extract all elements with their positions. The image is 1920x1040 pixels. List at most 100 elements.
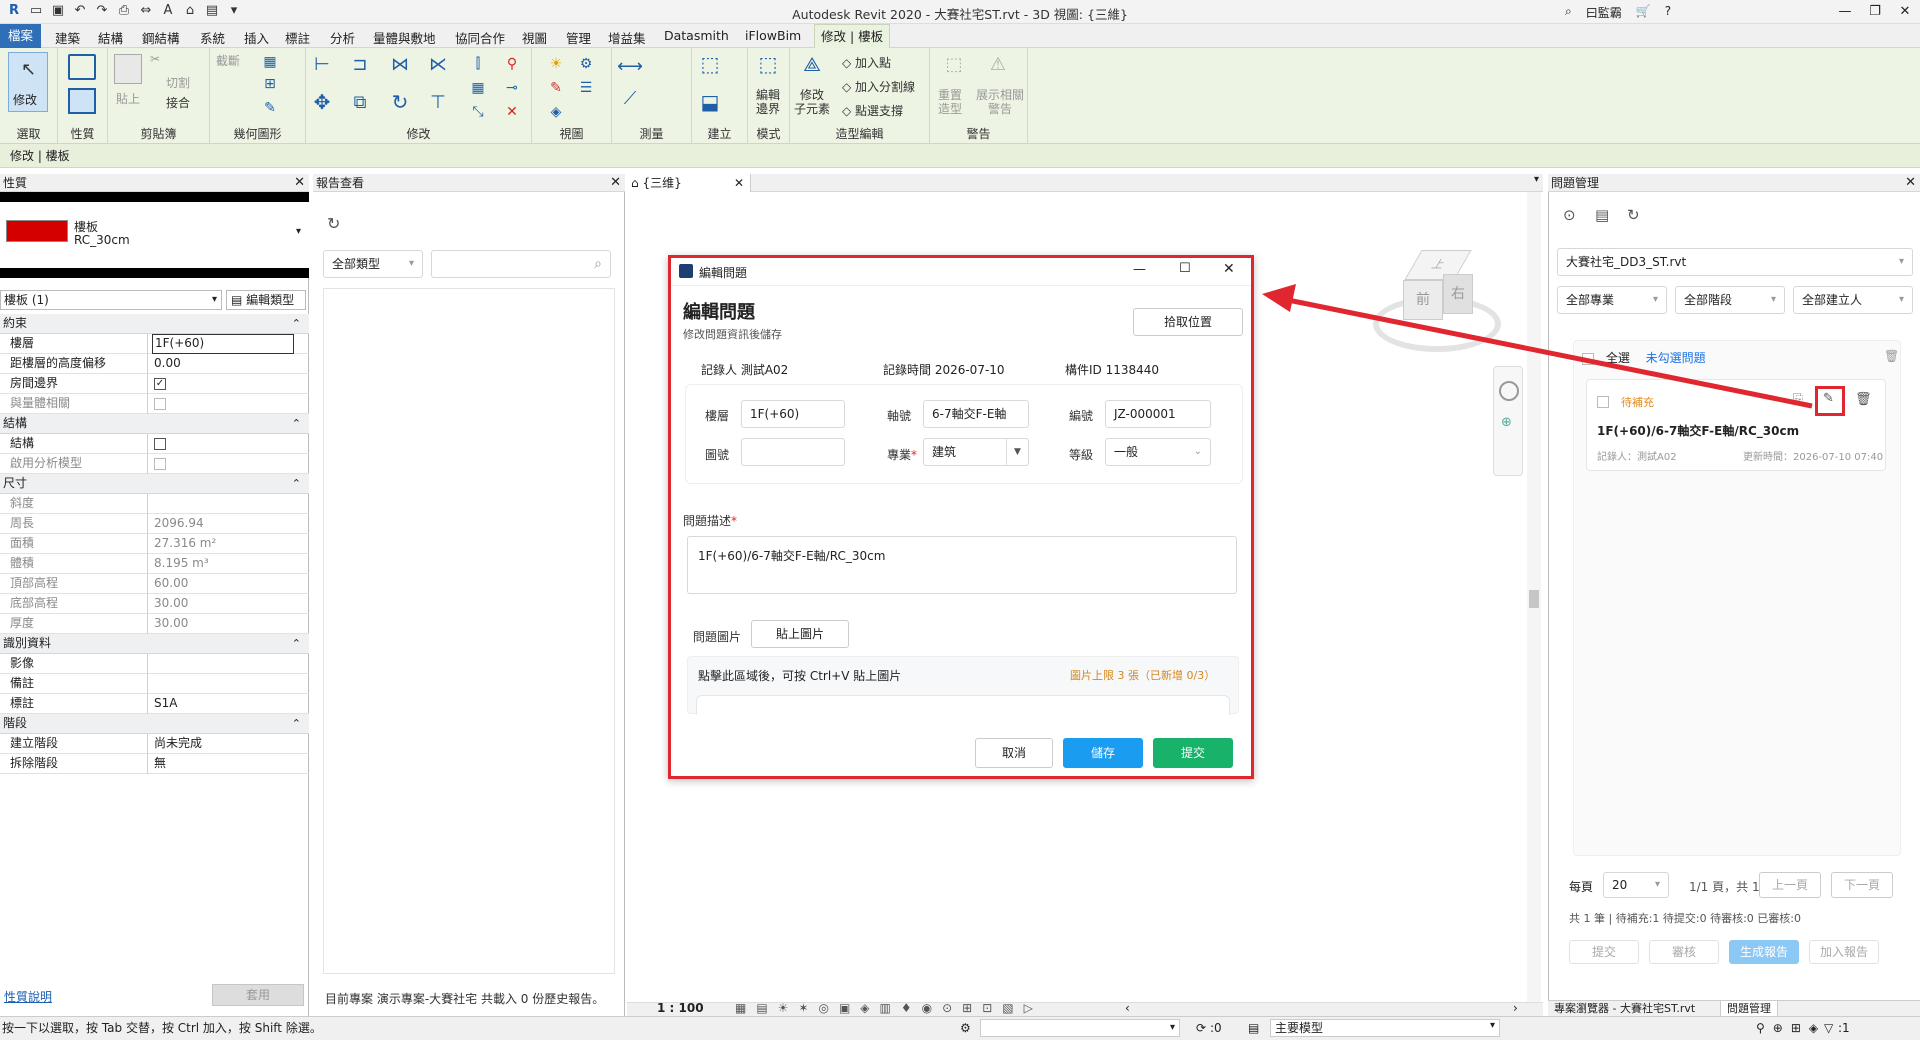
mirror-axis-icon[interactable]: ⋈: [390, 54, 410, 75]
add-split-line-button[interactable]: ◇ 加入分割線: [842, 78, 915, 95]
measure-distance-icon[interactable]: ⟷: [617, 56, 643, 77]
paste-icon[interactable]: [114, 54, 142, 84]
report-search-input[interactable]: ⌕: [431, 250, 611, 278]
properties-help-link[interactable]: 性質說明: [4, 988, 52, 1005]
offset-icon[interactable]: ⊐: [350, 54, 370, 75]
scroll-left-icon[interactable]: ‹: [1125, 1001, 1130, 1015]
rotate-icon[interactable]: ↻: [390, 90, 410, 114]
delete-icon[interactable]: 🗑: [1855, 392, 1872, 407]
paint-icon[interactable]: ✎: [260, 98, 280, 118]
generate-report-button[interactable]: 生成報告: [1729, 940, 1799, 964]
wall-joins-icon[interactable]: ⊞: [260, 74, 280, 94]
code-field[interactable]: JZ-000001: [1105, 400, 1211, 428]
tab-5[interactable]: 插入: [244, 28, 269, 47]
unchecked-filter-link[interactable]: 未勾選問題: [1646, 351, 1706, 365]
modify-subelements-icon[interactable]: ⟁: [802, 52, 822, 76]
tab-4[interactable]: 系統: [200, 28, 225, 47]
edit-type-button[interactable]: ▤ 編輯類型: [226, 290, 306, 310]
property-value[interactable]: 無: [152, 754, 294, 774]
pick-supports-button[interactable]: ◇ 點選支撐: [842, 102, 903, 119]
collapse-icon[interactable]: ⌃: [292, 634, 301, 653]
trash-icon[interactable]: 🗑: [1884, 349, 1899, 363]
collapse-icon[interactable]: ⌃: [292, 714, 301, 733]
tab-1[interactable]: 建築: [55, 28, 80, 47]
add-to-report-button[interactable]: 加入報告: [1809, 940, 1879, 964]
tab-8[interactable]: 量體與敷地: [373, 28, 436, 47]
scrollbar-thumb[interactable]: [1529, 590, 1539, 608]
submit-button[interactable]: 提交: [1153, 738, 1233, 768]
pick-location-button[interactable]: 拾取位置: [1133, 308, 1243, 336]
tab-0[interactable]: 檔案: [0, 24, 42, 48]
property-value[interactable]: [152, 674, 294, 694]
edit-boundary-label[interactable]: 編輯 邊界: [756, 88, 780, 116]
minimize-icon[interactable]: —: [1133, 262, 1146, 277]
tab-11[interactable]: 管理: [566, 28, 591, 47]
issue-checkbox[interactable]: [1597, 396, 1609, 408]
zoom-icon[interactable]: ⊕: [1501, 415, 1512, 430]
scroll-right-icon[interactable]: ›: [1513, 1001, 1518, 1015]
property-value[interactable]: 尚未完成: [152, 734, 294, 754]
property-section[interactable]: 階段 ⌃: [0, 714, 309, 734]
join-label[interactable]: 接合: [166, 94, 190, 111]
override-graphics-icon[interactable]: ✎: [546, 78, 566, 98]
creator-filter[interactable]: 全部建立人 ▾: [1793, 286, 1913, 314]
edit-boundary-icon[interactable]: ⬚: [758, 52, 778, 76]
property-value[interactable]: 0.00: [152, 354, 294, 374]
property-value[interactable]: S1A: [152, 694, 294, 714]
mirror-draw-icon[interactable]: ⋉: [428, 54, 448, 75]
tab-15[interactable]: 修改 | 樓板: [814, 24, 891, 49]
properties-icon[interactable]: [68, 54, 96, 80]
checkbox[interactable]: [154, 437, 166, 450]
document-icon[interactable]: ▤: [1595, 206, 1609, 224]
issue-card[interactable]: 待補充 ⎘ ✎ 🗑 1F(+60)/6-7軸交F-E軸/RC_30cm 記錄人：…: [1586, 379, 1886, 471]
discipline-select[interactable]: 建筑 ▼: [923, 438, 1029, 466]
tab-13[interactable]: Datasmith: [664, 28, 729, 43]
review-issues-button[interactable]: 審核: [1649, 940, 1719, 964]
stage-filter[interactable]: 全部階段 ▾: [1675, 286, 1785, 314]
copy-icon[interactable]: ⧉: [350, 92, 370, 113]
hide-element-icon[interactable]: ◈: [546, 102, 566, 122]
modify-subelements-label[interactable]: 修改 子元素: [794, 88, 830, 116]
paste-image-button[interactable]: 貼上圖片: [751, 620, 849, 648]
locate-icon[interactable]: ⎘: [1793, 392, 1803, 407]
image-paste-area[interactable]: 點擊此區域後，可按 Ctrl+V 貼上圖片 圖片上限 3 張（已新增 0/3）: [687, 656, 1239, 715]
axis-field[interactable]: 6-7軸交F-E軸: [923, 400, 1029, 428]
worksets-icon[interactable]: ⚙: [960, 1017, 971, 1039]
modify-button[interactable]: ↖ 修改: [8, 52, 48, 112]
cart-icon[interactable]: 🛒: [1636, 4, 1651, 21]
close-icon[interactable]: ✕: [610, 174, 621, 192]
delete-icon[interactable]: ✕: [502, 102, 522, 122]
project-select[interactable]: 大賽社宅_DD3_ST.rvt ▾: [1557, 248, 1913, 276]
chevron-down-icon[interactable]: ▾: [1534, 174, 1539, 185]
array-icon[interactable]: ▦: [468, 78, 488, 98]
property-value[interactable]: ✓: [152, 374, 294, 394]
lightbulb-icon[interactable]: ☀: [546, 54, 566, 74]
collapse-icon[interactable]: ⌃: [292, 474, 301, 493]
close-icon[interactable]: ✕: [1890, 0, 1920, 24]
tab-14[interactable]: iFlowBim: [745, 28, 801, 43]
move-icon[interactable]: ✥: [312, 90, 332, 114]
selection-options-icons[interactable]: ⚲⊕⊞◈: [1756, 1017, 1826, 1039]
show-warnings-label[interactable]: 展示相關 警告: [976, 88, 1024, 116]
tab-9[interactable]: 協同合作: [455, 28, 505, 47]
warning-icon[interactable]: ⚠: [988, 54, 1008, 75]
view-scale[interactable]: 1 : 100: [657, 1001, 704, 1015]
select-all-checkbox[interactable]: 全選 未勾選問題: [1582, 349, 1706, 366]
property-section[interactable]: 識別資料 ⌃: [0, 634, 309, 654]
issue-management-tab[interactable]: 問題管理: [1720, 1001, 1778, 1017]
property-section[interactable]: 結構 ⌃: [0, 414, 309, 434]
geometry-icon[interactable]: ▦: [260, 52, 280, 72]
cut-icon[interactable]: ✂: [150, 52, 160, 66]
view-cube-right[interactable]: 右: [1443, 274, 1473, 314]
pin-icon[interactable]: ⊸: [502, 78, 522, 98]
clip-label[interactable]: 截斷: [216, 52, 240, 69]
prev-page-button[interactable]: 上一頁: [1759, 872, 1821, 898]
create-part-icon[interactable]: ⬚: [700, 52, 720, 76]
image-drop-zone[interactable]: [696, 695, 1230, 715]
reset-shape-label[interactable]: 重置 造型: [938, 88, 962, 116]
location-icon[interactable]: ⊙: [1563, 206, 1576, 224]
property-section[interactable]: 約束 ⌃: [0, 314, 309, 334]
instance-selector[interactable]: 樓板 (1) ▾: [0, 290, 222, 310]
drawing-field[interactable]: [741, 438, 845, 466]
tab-10[interactable]: 視圖: [522, 28, 547, 47]
